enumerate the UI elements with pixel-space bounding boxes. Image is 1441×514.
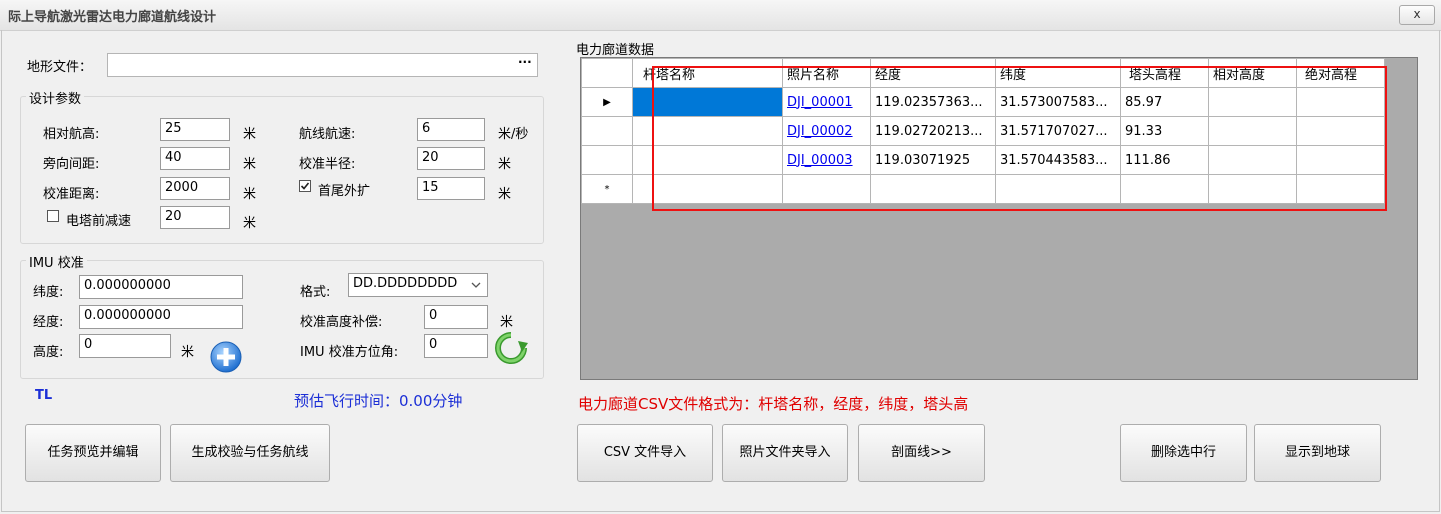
profile-button[interactable]: 剖面线>> (858, 424, 985, 482)
calib-height-input[interactable]: 0 (424, 305, 488, 329)
imu-height-label: 高度: (33, 345, 64, 360)
calib-radius-label: 校准半径: (299, 157, 356, 172)
browse-button[interactable]: ··· (518, 55, 532, 69)
tl-label: TL (35, 388, 53, 403)
csv-format-hint: 电力廊道CSV文件格式为：杆塔名称，经度，纬度，塔头高 (578, 395, 969, 413)
close-icon: x (1413, 7, 1421, 21)
chevron-down-icon (471, 282, 481, 288)
title-bar (0, 0, 1441, 31)
side-spacing-label: 旁向间距: (43, 157, 100, 172)
highlight-annotation-box (652, 66, 1387, 211)
imu-height-input[interactable]: 0 (79, 334, 171, 358)
csv-import-label: CSV 文件导入 (603, 445, 687, 460)
calib-height-unit: 米 (500, 315, 514, 330)
window-title: 际上导航激光雷达电力廊道航线设计 (8, 10, 217, 25)
tower-slow-label: 电塔前减速 (66, 214, 132, 229)
refresh-button[interactable] (492, 331, 530, 365)
calib-dist-unit: 米 (243, 187, 257, 202)
flight-time-label: 预估飞行时间：0.00分钟 (294, 392, 463, 410)
imu-height-unit: 米 (181, 345, 195, 360)
calib-dist-input[interactable]: 2000 (160, 177, 230, 200)
imu-lon-label: 经度: (33, 315, 64, 330)
plus-circle-icon (210, 341, 242, 373)
side-spacing-unit: 米 (243, 157, 257, 172)
calib-radius-input[interactable]: 20 (417, 147, 485, 170)
speed-label: 航线航速: (299, 127, 356, 142)
row-header-corner (581, 58, 633, 88)
add-button[interactable] (209, 340, 243, 374)
row-header (581, 116, 633, 146)
ext-unit: 米 (498, 187, 512, 202)
close-button[interactable]: x (1399, 5, 1435, 25)
preview-edit-label: 任务预览并编辑 (47, 445, 139, 460)
calib-dist-label: 校准距离: (43, 187, 100, 202)
profile-label: 剖面线>> (891, 445, 952, 460)
preview-edit-button[interactable]: 任务预览并编辑 (25, 424, 161, 482)
side-spacing-input[interactable]: 40 (160, 147, 230, 170)
rel-alt-unit: 米 (243, 127, 257, 142)
calib-height-label: 校准高度补偿: (300, 315, 383, 330)
tower-slow-checkbox[interactable] (47, 210, 59, 222)
terrain-file-input[interactable] (107, 53, 538, 77)
generate-route-label: 生成校验与任务航线 (191, 445, 309, 460)
azimuth-label: IMU 校准方位角: (300, 345, 399, 360)
delete-selected-button[interactable]: 删除选中行 (1120, 424, 1247, 482)
generate-route-button[interactable]: 生成校验与任务航线 (170, 424, 330, 482)
rel-alt-input[interactable]: 25 (160, 118, 230, 141)
photo-folder-import-button[interactable]: 照片文件夹导入 (722, 424, 848, 482)
photo-folder-import-label: 照片文件夹导入 (739, 445, 831, 460)
imu-lat-label: 纬度: (33, 285, 64, 300)
row-header (581, 145, 633, 175)
format-label: 格式: (300, 285, 331, 300)
design-params-legend: 设计参数 (26, 88, 85, 107)
imu-lat-input[interactable]: 0.000000000 (79, 275, 243, 299)
imu-lon-input[interactable]: 0.000000000 (79, 305, 243, 329)
rel-alt-label: 相对航高: (43, 127, 100, 142)
azimuth-input[interactable]: 0 (424, 334, 488, 358)
format-value: DD.DDDDDDDD (353, 276, 458, 291)
current-row-indicator: ▶ (581, 87, 633, 117)
tower-slow-input[interactable]: 20 (160, 206, 230, 229)
terrain-file-label: 地形文件： (27, 60, 93, 75)
corridor-title: 电力廊道数据 (576, 43, 655, 58)
delete-selected-label: 删除选中行 (1150, 445, 1216, 460)
ext-label: 首尾外扩 (318, 184, 371, 199)
refresh-arrow-icon (495, 332, 528, 364)
ext-input[interactable]: 15 (417, 177, 485, 200)
show-on-globe-label: 显示到地球 (1284, 445, 1350, 460)
speed-input[interactable]: 6 (417, 118, 485, 141)
ext-checkbox[interactable] (299, 180, 311, 192)
csv-import-button[interactable]: CSV 文件导入 (577, 424, 713, 482)
speed-unit: 米/秒 (498, 127, 529, 142)
show-on-globe-button[interactable]: 显示到地球 (1254, 424, 1381, 482)
new-row-indicator: * (581, 174, 633, 204)
format-select[interactable]: DD.DDDDDDDD (348, 273, 488, 297)
tower-slow-unit: 米 (243, 216, 257, 231)
imu-legend: IMU 校准 (26, 252, 87, 271)
checkmark-icon (300, 182, 310, 190)
calib-radius-unit: 米 (498, 157, 512, 172)
